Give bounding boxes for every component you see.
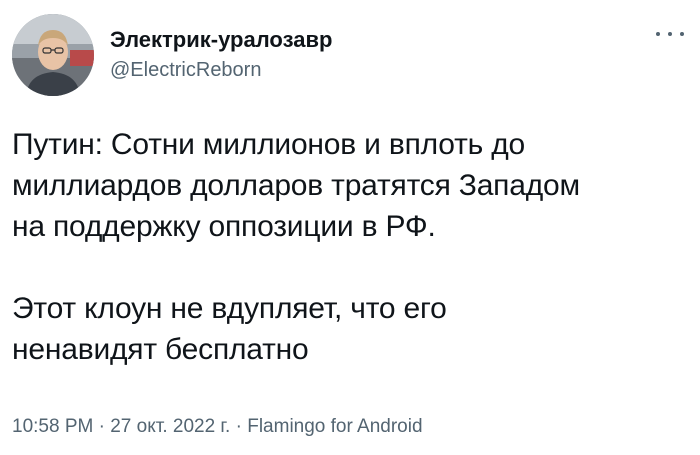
more-dot [680, 32, 684, 36]
more-horizontal-icon[interactable] [656, 24, 684, 44]
tweet-paragraph: Этот клоун не вдупляет, что его ненавидя… [12, 292, 447, 366]
tweet-card: Электрик-уралозавр @ElectricReborn Путин… [0, 0, 700, 455]
avatar[interactable] [12, 14, 94, 96]
tweet-time[interactable]: 10:58 PM [12, 416, 93, 437]
meta-separator: · [230, 416, 248, 437]
user-photo-avatar-icon [12, 14, 94, 96]
meta-separator: · [93, 416, 111, 437]
tweet-date[interactable]: 27 окт. 2022 г. [110, 416, 230, 437]
tweet-source[interactable]: Flamingo for Android [247, 416, 422, 437]
tweet-paragraph: Путин: Сотни миллионов и вплоть до милли… [12, 128, 580, 243]
tweet-text: Путин: Сотни миллионов и вплоть до милли… [12, 124, 682, 370]
more-dot [668, 32, 672, 36]
more-dot [656, 32, 660, 36]
author-names: Электрик-уралозавр @ElectricReborn [110, 26, 332, 84]
user-handle[interactable]: @ElectricReborn [110, 56, 332, 84]
tweet-meta: 10:58 PM · 27 окт. 2022 г. · Flamingo fo… [12, 414, 423, 440]
display-name[interactable]: Электрик-уралозавр [110, 26, 332, 54]
tweet-header: Электрик-уралозавр @ElectricReborn [12, 14, 688, 96]
